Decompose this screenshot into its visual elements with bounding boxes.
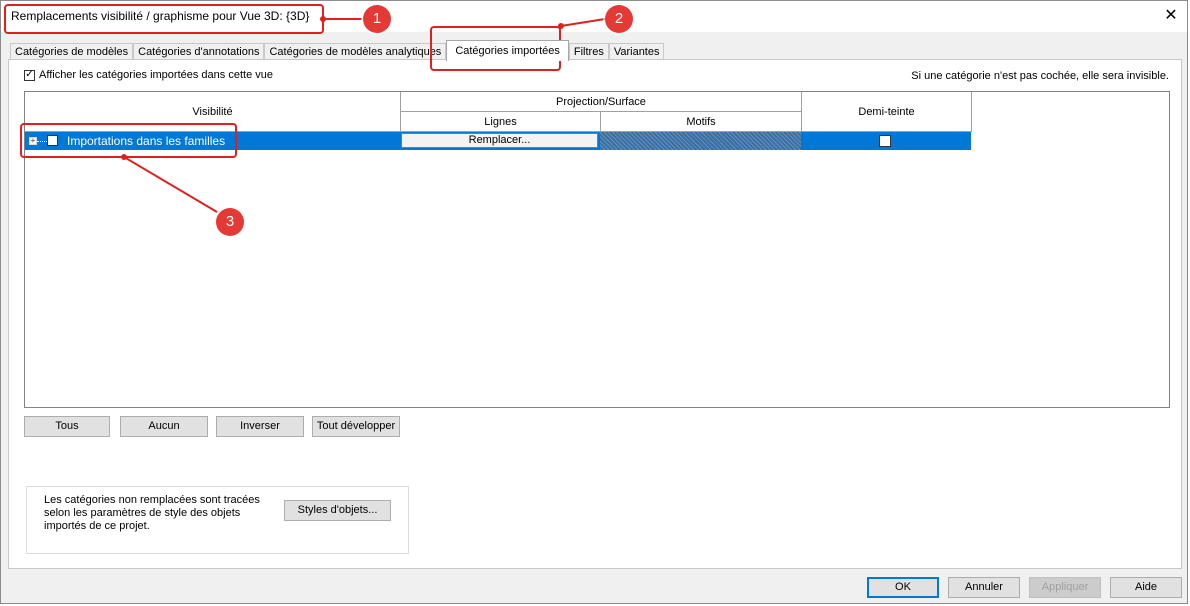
header-projection-surface: Projection/Surface bbox=[401, 92, 802, 112]
show-imported-checkbox[interactable]: ✓ bbox=[24, 69, 35, 81]
help-button[interactable]: Aide bbox=[1110, 577, 1182, 598]
annotation-box-title bbox=[4, 4, 324, 34]
all-button[interactable]: Tous bbox=[24, 416, 110, 437]
hint-text: Si une catégorie n'est pas cochée, elle … bbox=[911, 70, 1169, 82]
tab-imported-categories[interactable]: Catégories importées bbox=[446, 40, 569, 61]
header-lines[interactable]: Lignes bbox=[401, 112, 601, 132]
info-box: Les catégories non remplacées sont tracé… bbox=[26, 486, 409, 554]
lines-replace-button[interactable]: Remplacer... bbox=[401, 133, 598, 148]
annotation-box-row bbox=[20, 123, 237, 158]
apply-button[interactable]: Appliquer bbox=[1029, 577, 1101, 598]
annotation-marker-1: 1 bbox=[363, 5, 391, 33]
annotation-marker-3: 3 bbox=[216, 208, 244, 236]
halftone-checkbox[interactable] bbox=[879, 135, 891, 147]
invert-button[interactable]: Inverser bbox=[216, 416, 304, 437]
expand-all-button[interactable]: Tout développer bbox=[312, 416, 400, 437]
object-styles-button[interactable]: Styles d'objets... bbox=[284, 500, 391, 521]
cancel-button[interactable]: Annuler bbox=[948, 577, 1020, 598]
header-patterns[interactable]: Motifs bbox=[601, 112, 802, 132]
none-button[interactable]: Aucun bbox=[120, 416, 208, 437]
close-icon[interactable]: ✕ bbox=[1157, 3, 1185, 27]
patterns-cell[interactable] bbox=[600, 132, 801, 150]
show-imported-row: ✓ Afficher les catégories importées dans… bbox=[24, 69, 273, 81]
info-text: Les catégories non remplacées sont tracé… bbox=[44, 494, 260, 532]
header-halftone[interactable]: Demi-teinte bbox=[802, 92, 972, 132]
show-imported-label: Afficher les catégories importées dans c… bbox=[39, 69, 273, 81]
dialog-window: Remplacements visibilité / graphisme pou… bbox=[0, 0, 1188, 604]
tab-strip: Catégories de modèles Catégories d'annot… bbox=[10, 40, 665, 61]
ok-button[interactable]: OK bbox=[867, 577, 939, 598]
annotation-marker-2: 2 bbox=[605, 5, 633, 33]
